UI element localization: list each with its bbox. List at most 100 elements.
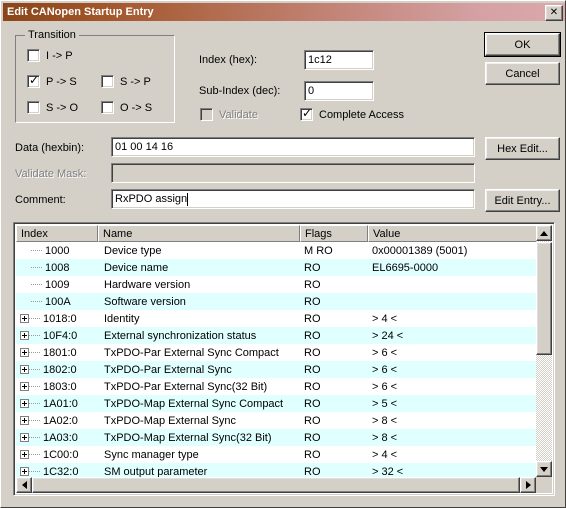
checkbox-box[interactable] bbox=[101, 101, 114, 114]
scroll-right-button[interactable] bbox=[520, 477, 536, 493]
expand-plus-icon[interactable] bbox=[20, 382, 29, 391]
cell-index: 1018:0 bbox=[16, 313, 98, 325]
cell-index-text: 1802:0 bbox=[43, 363, 77, 376]
scroll-left-button[interactable] bbox=[16, 477, 32, 493]
tree-line-icon bbox=[29, 335, 40, 336]
checkbox-box[interactable] bbox=[27, 49, 40, 62]
expand-plus-icon[interactable] bbox=[20, 365, 29, 374]
tree-line-icon bbox=[29, 420, 40, 421]
checkbox-transition-o-s[interactable]: O -> S bbox=[101, 101, 152, 114]
table-row[interactable]: 1000 Device type M RO 0x00001389 (5001) bbox=[16, 242, 538, 259]
scrollbar-thumb[interactable] bbox=[32, 477, 520, 493]
cell-name: Identity bbox=[104, 312, 140, 325]
cell-index: 1A03:0 bbox=[16, 432, 98, 444]
cell-flags: RO bbox=[304, 380, 321, 393]
data-hexbin-label: Data (hexbin): bbox=[15, 142, 85, 154]
checkbox-transition-s-p[interactable]: S -> P bbox=[101, 75, 151, 88]
expand-plus-icon[interactable] bbox=[20, 450, 29, 459]
cell-index: 1C00:0 bbox=[16, 449, 98, 461]
object-dictionary-list[interactable]: Index Name Flags Value 1000 Device type M … bbox=[13, 222, 555, 496]
checkbox-box[interactable] bbox=[27, 101, 40, 114]
expand-plus-icon[interactable] bbox=[20, 331, 29, 340]
checkbox-label: Complete Access bbox=[319, 108, 404, 121]
cell-index: 1802:0 bbox=[16, 364, 98, 376]
table-row[interactable]: 1018:0 Identity RO > 4 < bbox=[16, 310, 538, 327]
cell-index-text: 1A01:0 bbox=[43, 397, 78, 410]
cell-value: > 6 < bbox=[372, 363, 398, 376]
column-header-value[interactable]: Value bbox=[368, 225, 538, 242]
checkbox-transition-s-o[interactable]: S -> O bbox=[27, 101, 78, 114]
table-row[interactable]: 100A Software version RO bbox=[16, 293, 538, 310]
cell-value: > 5 < bbox=[372, 397, 398, 410]
cell-index-text: 10F4:0 bbox=[43, 329, 78, 342]
title-bar[interactable]: Edit CANopen Startup Entry ✕ bbox=[3, 3, 565, 21]
expand-plus-icon[interactable] bbox=[20, 416, 29, 425]
validate-mask-input bbox=[111, 163, 475, 183]
column-header-name[interactable]: Name bbox=[98, 225, 300, 242]
vertical-scrollbar[interactable] bbox=[536, 225, 552, 477]
cell-name: Device name bbox=[104, 261, 169, 274]
horizontal-scrollbar[interactable] bbox=[16, 477, 536, 493]
cell-name: SM output parameter bbox=[104, 465, 208, 478]
tree-line-icon bbox=[29, 318, 40, 319]
expand-plus-icon[interactable] bbox=[20, 314, 29, 323]
expand-plus-icon[interactable] bbox=[20, 348, 29, 357]
expand-plus-icon[interactable] bbox=[20, 399, 29, 408]
tree-line-icon bbox=[31, 250, 42, 251]
table-row[interactable]: 1008 Device name RO EL6695-0000 bbox=[16, 259, 538, 276]
data-hexbin-input[interactable]: 01 00 14 16 bbox=[111, 137, 475, 157]
checkbox-transition-i-p[interactable]: I -> P bbox=[27, 49, 73, 62]
comment-input[interactable]: RxPDO assign bbox=[111, 189, 475, 209]
table-row[interactable]: 1803:0 TxPDO-Par External Sync(32 Bit) RO >… bbox=[16, 378, 538, 395]
expand-plus-icon[interactable] bbox=[20, 467, 29, 476]
table-row[interactable]: 1C00:0 Sync manager type RO > 4 < bbox=[16, 446, 538, 463]
cell-flags: RO bbox=[304, 295, 321, 308]
expand-plus-icon[interactable] bbox=[20, 433, 29, 442]
table-row[interactable]: 1A02:0 TxPDO-Map External Sync RO > 8 < bbox=[16, 412, 538, 429]
column-header-index[interactable]: Index bbox=[16, 225, 98, 242]
cell-index: 1A02:0 bbox=[16, 415, 98, 427]
cancel-button[interactable]: Cancel bbox=[485, 62, 560, 85]
scroll-up-button[interactable] bbox=[536, 225, 552, 241]
checkbox-complete-access[interactable]: ✓ Complete Access bbox=[300, 107, 404, 121]
subindex-input[interactable]: 0 bbox=[304, 81, 374, 101]
close-icon[interactable]: ✕ bbox=[545, 5, 563, 21]
cell-index-text: 1C32:0 bbox=[43, 465, 79, 478]
tree-line-icon bbox=[29, 369, 40, 370]
table-row[interactable]: 1009 Hardware version RO bbox=[16, 276, 538, 293]
table-row[interactable]: 1802:0 TxPDO-Par External Sync RO > 6 < bbox=[16, 361, 538, 378]
cell-name: TxPDO-Par External Sync Compact bbox=[104, 346, 279, 359]
cell-index: 1803:0 bbox=[16, 381, 98, 393]
cell-value: > 6 < bbox=[372, 346, 398, 359]
cell-name: Hardware version bbox=[104, 278, 191, 291]
checkbox-transition-p-s[interactable]: ✓ P -> S bbox=[27, 74, 77, 88]
cell-index-text: 1A03:0 bbox=[43, 431, 78, 444]
checkbox-box[interactable]: ✓ bbox=[300, 107, 313, 121]
hex-edit-button[interactable]: Hex Edit... bbox=[485, 137, 560, 160]
column-header-flags[interactable]: Flags bbox=[300, 225, 368, 242]
scrollbar-thumb[interactable] bbox=[536, 242, 552, 355]
ok-button[interactable]: OK bbox=[484, 32, 561, 57]
checkbox-label: S -> P bbox=[120, 75, 151, 88]
cell-value: > 8 < bbox=[372, 414, 398, 427]
table-row[interactable]: 1801:0 TxPDO-Par External Sync Compact RO >… bbox=[16, 344, 538, 361]
cell-flags: M RO bbox=[304, 244, 333, 257]
checkbox-validate: Validate bbox=[200, 108, 258, 121]
checkbox-label: O -> S bbox=[120, 101, 153, 114]
scroll-down-button[interactable] bbox=[536, 461, 552, 477]
table-row[interactable]: 1C32:0 SM output parameter RO > 32 < bbox=[16, 463, 538, 478]
transition-group-label: Transition bbox=[25, 29, 79, 41]
checkbox-box[interactable]: ✓ bbox=[27, 74, 40, 88]
edit-entry-button[interactable]: Edit Entry... bbox=[485, 189, 560, 212]
cell-index: 1009 bbox=[16, 279, 98, 291]
cell-index: 1000 bbox=[16, 245, 98, 257]
window-title: Edit CANopen Startup Entry bbox=[7, 6, 154, 18]
index-input[interactable]: 1c12 bbox=[304, 50, 374, 70]
comment-text: RxPDO assign bbox=[115, 193, 188, 205]
cell-index-text: 1018:0 bbox=[43, 312, 77, 325]
table-row[interactable]: 1A01:0 TxPDO-Map External Sync Compact RO >… bbox=[16, 395, 538, 412]
checkbox-box[interactable] bbox=[101, 75, 114, 88]
table-row[interactable]: 1A03:0 TxPDO-Map External Sync(32 Bit) RO >… bbox=[16, 429, 538, 446]
cell-index: 1801:0 bbox=[16, 347, 98, 359]
table-row[interactable]: 10F4:0 External synchronization status RO >… bbox=[16, 327, 538, 344]
